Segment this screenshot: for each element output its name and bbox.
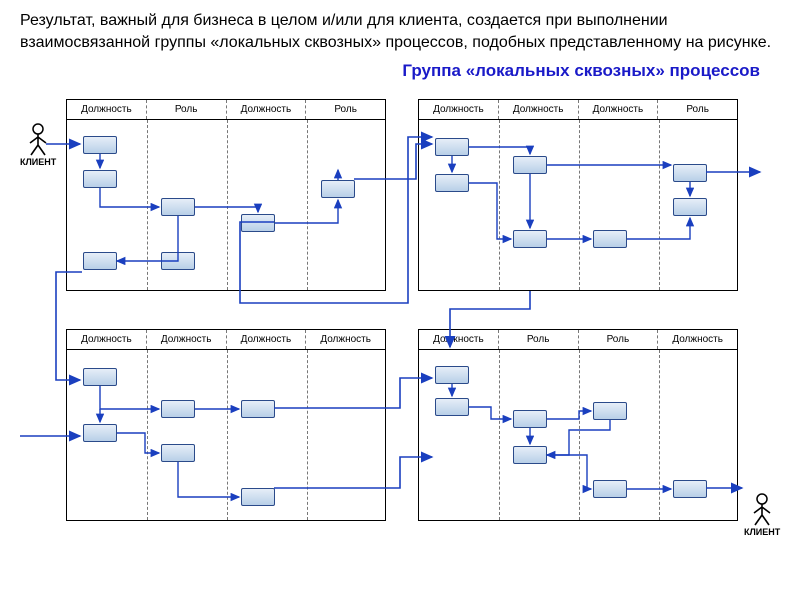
panel-tl-lane-2: Должность [227,100,307,119]
panel-tl-lane-1: Роль [147,100,227,119]
diagram: КЛИЕНТ КЛИЕНТ Должность Роль Должность Р… [20,87,780,557]
proc-box [435,138,469,156]
proc-box [161,400,195,418]
proc-box [83,170,117,188]
panel-br: Должность Роль Роль Должность [418,329,738,521]
proc-box [83,252,117,270]
proc-box [161,444,195,462]
proc-box [593,230,627,248]
proc-box [435,398,469,416]
panel-tr-lane-2: Должность [579,100,659,119]
proc-box [161,198,195,216]
proc-box [513,156,547,174]
panel-tl-lane-3: Роль [306,100,385,119]
panel-tl: Должность Роль Должность Роль [66,99,386,291]
proc-box [673,164,707,182]
intro-text: Результат, важный для бизнеса в целом и/… [20,10,780,53]
proc-box [593,480,627,498]
panel-tr-lane-3: Роль [658,100,737,119]
proc-box [321,180,355,198]
panel-br-lane-0: Должность [419,330,499,349]
panel-bl-lane-0: Должность [67,330,147,349]
proc-box [83,368,117,386]
panel-bl-lane-2: Должность [227,330,307,349]
proc-box [673,480,707,498]
panel-br-lane-1: Роль [499,330,579,349]
proc-box [435,174,469,192]
proc-box [513,230,547,248]
client-left-icon: КЛИЕНТ [20,123,56,167]
proc-box [513,446,547,464]
panel-tr: Должность Должность Должность Роль [418,99,738,291]
panel-bl: Должность Должность Должность Должность [66,329,386,521]
proc-box [593,402,627,420]
panel-tr-lane-1: Должность [499,100,579,119]
panel-bl-lane-3: Должность [306,330,385,349]
diagram-title: Группа «локальных сквозных» процессов [20,61,760,81]
proc-box [83,424,117,442]
proc-box [673,198,707,216]
proc-box [435,366,469,384]
panel-bl-lane-1: Должность [147,330,227,349]
proc-box [513,410,547,428]
proc-box [241,214,275,232]
panel-tl-lane-0: Должность [67,100,147,119]
proc-box [241,488,275,506]
panel-br-lane-2: Роль [579,330,659,349]
panel-tr-lane-0: Должность [419,100,499,119]
panel-br-lane-3: Должность [658,330,737,349]
proc-box [83,136,117,154]
client-right-icon: КЛИЕНТ [744,493,780,537]
proc-box [161,252,195,270]
client-right-label: КЛИЕНТ [744,527,780,537]
client-left-label: КЛИЕНТ [20,157,56,167]
proc-box [241,400,275,418]
